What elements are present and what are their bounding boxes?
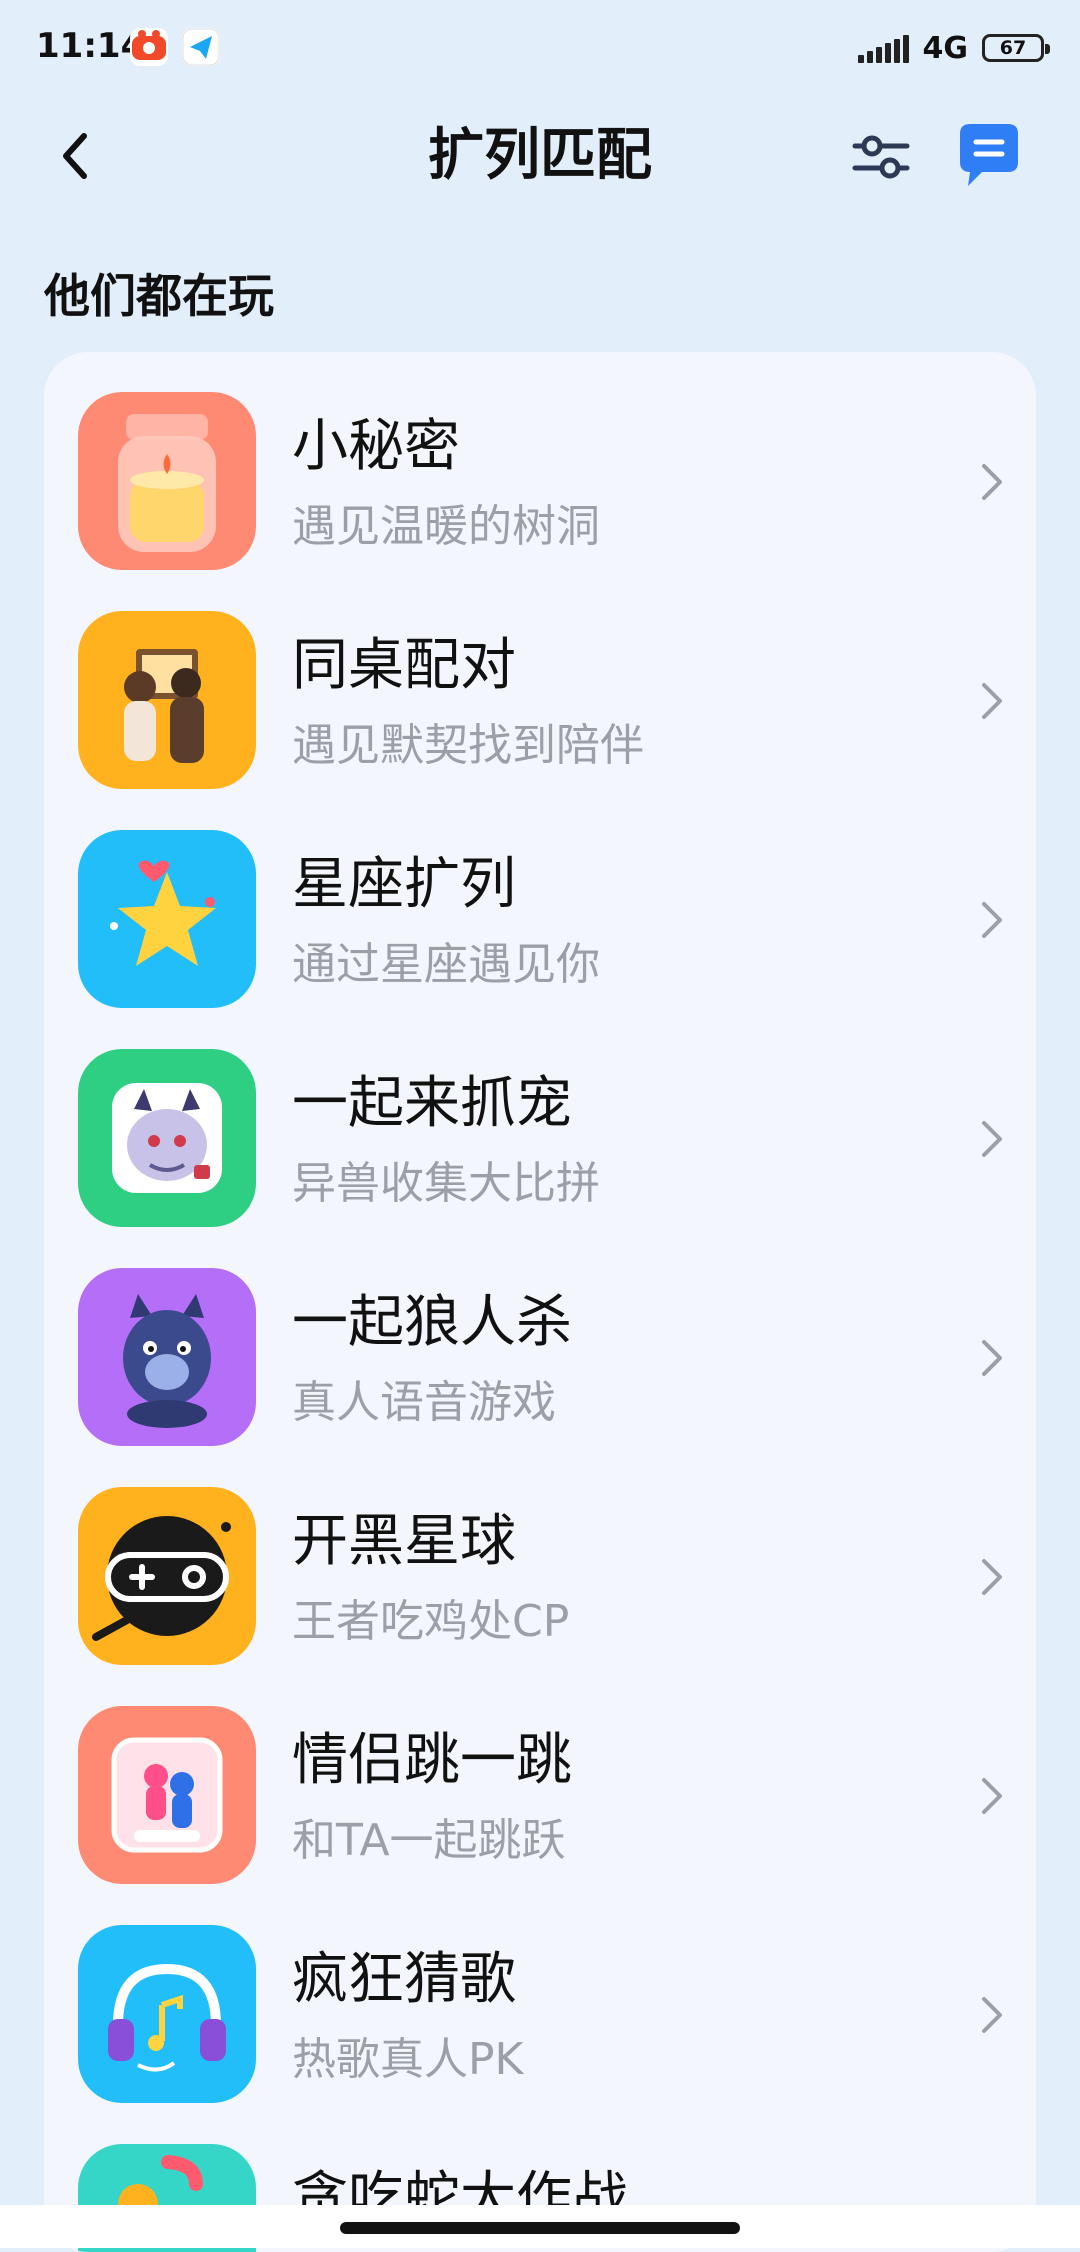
game-title: 一起来抓宠 xyxy=(292,1071,572,1136)
signal-icon xyxy=(857,33,909,63)
game-subtitle: 通过星座遇见你 xyxy=(292,939,600,990)
network-type: 4G xyxy=(922,30,969,66)
top-nav-bar: 扩列匹配 xyxy=(0,96,1080,216)
werewolf-icon xyxy=(78,1268,256,1446)
game-title: 星座扩列 xyxy=(292,852,516,917)
message-button[interactable] xyxy=(956,118,1022,194)
list-item[interactable]: 情侣跳一跳 和TA一起跳跃 xyxy=(44,1706,1036,1906)
game-subtitle: 遇见默契找到陪伴 xyxy=(292,720,644,771)
status-time: 11:14 xyxy=(36,26,145,66)
candle-jar-icon xyxy=(78,392,256,570)
beast-pet-icon xyxy=(78,1049,256,1227)
game-title: 小秘密 xyxy=(292,414,460,479)
chevron-right-icon xyxy=(982,1997,1002,2033)
game-title: 开黑星球 xyxy=(292,1509,516,1574)
headphones-music-icon xyxy=(78,1925,256,2103)
list-item[interactable]: 疯狂猜歌 热歌真人PK xyxy=(44,1925,1036,2125)
status-indicators: 4G 67 xyxy=(857,28,1050,68)
list-item[interactable]: 星座扩列 通过星座遇见你 xyxy=(44,830,1036,1030)
chevron-right-icon xyxy=(982,1121,1002,1157)
chevron-right-icon xyxy=(982,902,1002,938)
filter-sliders-icon xyxy=(852,135,910,179)
game-subtitle: 热歌真人PK xyxy=(292,2034,524,2085)
chevron-right-icon xyxy=(982,1778,1002,1814)
home-indicator[interactable] xyxy=(340,2222,740,2234)
section-title: 他们都在玩 xyxy=(44,269,274,323)
game-title: 一起狼人杀 xyxy=(292,1290,572,1355)
game-title: 情侣跳一跳 xyxy=(292,1728,572,1793)
game-subtitle: 异兽收集大比拼 xyxy=(292,1158,600,1209)
filter-button[interactable] xyxy=(846,122,916,192)
chevron-right-icon xyxy=(982,464,1002,500)
game-title: 疯狂猜歌 xyxy=(292,1947,516,2012)
couple-desk-icon xyxy=(78,611,256,789)
star-icon xyxy=(78,830,256,1008)
list-item[interactable]: 一起狼人杀 真人语音游戏 xyxy=(44,1268,1036,1468)
chevron-right-icon xyxy=(982,1340,1002,1376)
game-subtitle: 和TA一起跳跃 xyxy=(292,1815,566,1866)
send-app-icon xyxy=(182,28,220,66)
game-subtitle: 遇见温暖的树洞 xyxy=(292,501,600,552)
list-item[interactable]: 开黑星球 王者吃鸡处CP xyxy=(44,1487,1036,1687)
battery-icon: 67 xyxy=(982,34,1050,62)
video-app-icon xyxy=(130,28,168,66)
jump-couple-icon xyxy=(78,1706,256,1884)
list-item[interactable]: 同桌配对 遇见默契找到陪伴 xyxy=(44,611,1036,811)
gamepad-planet-icon xyxy=(78,1487,256,1665)
page-title: 扩列匹配 xyxy=(428,123,652,188)
game-subtitle: 真人语音游戏 xyxy=(292,1377,556,1428)
list-item[interactable]: 小秘密 遇见温暖的树洞 xyxy=(44,392,1036,592)
game-subtitle: 王者吃鸡处CP xyxy=(292,1596,570,1647)
game-title: 同桌配对 xyxy=(292,633,516,698)
chevron-right-icon xyxy=(982,1559,1002,1595)
game-list-card: 小秘密 遇见温暖的树洞 同桌配对 遇见默契找到陪伴 星座扩列 通过星座遇见你 一… xyxy=(44,352,1036,2252)
message-bubble-icon xyxy=(960,124,1018,186)
chevron-right-icon xyxy=(982,683,1002,719)
list-item[interactable]: 一起来抓宠 异兽收集大比拼 xyxy=(44,1049,1036,1249)
status-bar: 11:14 4G 67 xyxy=(0,0,1080,96)
